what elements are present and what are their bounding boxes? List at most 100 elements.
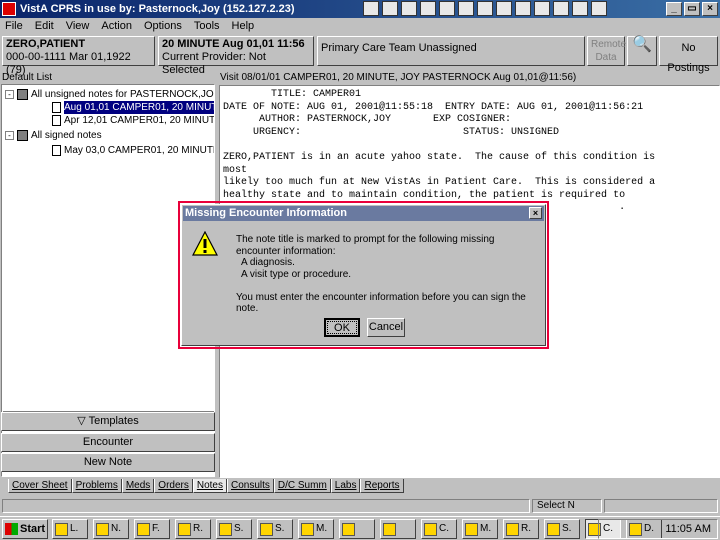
close-button[interactable]: × [702, 2, 718, 16]
app-icon [219, 522, 232, 536]
quick-launch-toolbar [363, 1, 607, 16]
tab-consults[interactable]: Consults [226, 479, 274, 493]
msg-icon[interactable] [363, 1, 379, 16]
note-icon [52, 102, 61, 113]
taskbar-app-button[interactable]: N. [93, 519, 129, 539]
app-icon [178, 522, 191, 536]
postings-button[interactable]: No Postings [659, 36, 718, 74]
tab-cover-sheet[interactable]: Cover Sheet [8, 479, 72, 493]
taskbar-app-button[interactable]: M. [298, 519, 334, 539]
app-icon [137, 522, 150, 536]
tab-notes[interactable]: Notes [192, 479, 227, 493]
menu-edit[interactable]: Edit [35, 18, 54, 34]
taskbar-app-label: N. [111, 523, 121, 534]
doc-icon[interactable] [382, 1, 398, 16]
taskbar-app-button[interactable]: S. [257, 519, 293, 539]
print-icon[interactable] [401, 1, 417, 16]
tab-orders[interactable]: Orders [154, 479, 193, 493]
taskbar-app-button[interactable]: L. [52, 519, 88, 539]
tree-label: Apr 12,01 CAMPER01, 20 MINUTE [64, 115, 215, 126]
taskbar-app-button[interactable]: F. [134, 519, 170, 539]
taskbar-app-button[interactable]: S. [544, 519, 580, 539]
taskbar-app-label: M. [316, 523, 328, 534]
status-bar: Select N [0, 498, 720, 514]
taskbar-app-label: C. [439, 523, 449, 534]
taskbar-app-label: S. [234, 523, 244, 534]
note-body: TITLE: CAMPER01 DATE OF NOTE: AUG 01, 20… [223, 89, 656, 214]
ok-button[interactable]: OK [324, 318, 360, 337]
tree-label: May 03,0 CAMPER01, 20 MINUTE [64, 145, 215, 156]
patient-name: ZERO,PATIENT [6, 38, 86, 50]
tree-node-signed[interactable]: - All signed notes [5, 129, 102, 142]
tab-problems[interactable]: Problems [71, 479, 122, 493]
menu-file[interactable]: File [5, 18, 23, 34]
app-icon [465, 522, 478, 536]
collapse-toggle-icon[interactable]: - [5, 90, 14, 99]
window-controls: _ ▭ × [666, 2, 718, 16]
check-icon[interactable] [439, 1, 455, 16]
patient-bar: ZERO,PATIENT 000-00-1111 Mar 01,1922 (79… [0, 35, 720, 76]
title-bar: VistA CPRS in use by: Pasternock,Joy (15… [0, 0, 720, 18]
mail-icon[interactable] [420, 1, 436, 16]
taskbar-app-button[interactable]: C. [421, 519, 457, 539]
start-button[interactable]: Start [2, 519, 48, 539]
restore-button[interactable]: ▭ [684, 2, 700, 16]
excel-icon[interactable] [534, 1, 550, 16]
cancel-button[interactable]: Cancel [367, 318, 405, 337]
dialog-title-bar: Missing Encounter Information × [183, 206, 544, 221]
tree-label: Aug 01,01 CAMPER01, 20 MINUTE [64, 101, 214, 114]
tree-label: All signed notes [31, 130, 102, 141]
chevron-down-icon: ▽ [77, 415, 89, 427]
taskbar-app-label: M. [480, 523, 492, 534]
menu-action[interactable]: Action [101, 18, 132, 34]
note-icon [52, 115, 61, 126]
encounter-button[interactable]: 20 MINUTE Aug 01,01 11:56 Current Provid… [158, 36, 314, 76]
app-icon [506, 522, 519, 536]
tree-note-may03[interactable]: May 03,0 CAMPER01, 20 MINUTE [52, 144, 215, 157]
note-icon [52, 145, 61, 156]
access-icon[interactable] [572, 1, 588, 16]
templates-button[interactable]: ▽ Templates [1, 412, 215, 431]
windows-logo-icon [5, 523, 18, 535]
new-note-button[interactable]: New Note [1, 453, 215, 472]
start-label: Start [20, 523, 46, 535]
menu-view[interactable]: View [66, 18, 90, 34]
word-icon[interactable] [515, 1, 531, 16]
tab-dc-summ[interactable]: D/C Summ [273, 479, 331, 493]
menu-options[interactable]: Options [144, 18, 182, 34]
dialog-message-line: The note title is marked to prompt for t… [236, 234, 495, 245]
app-icon [96, 522, 109, 536]
primary-care-button[interactable]: Primary Care Team Unassigned [317, 36, 585, 66]
note-icon[interactable] [458, 1, 474, 16]
tab-meds[interactable]: Meds [121, 479, 155, 493]
remote-data-button[interactable]: Remote Data [587, 36, 626, 66]
templates-label: Templates [88, 415, 139, 427]
collapse-toggle-icon[interactable]: - [5, 131, 14, 140]
taskbar-app-button[interactable] [339, 519, 375, 539]
encounter-button-left[interactable]: Encounter [1, 433, 215, 452]
help-icon[interactable] [591, 1, 607, 16]
pen-icon[interactable] [496, 1, 512, 16]
app-icon [342, 522, 355, 536]
menu-help[interactable]: Help [232, 18, 255, 34]
patient-select-button[interactable]: ZERO,PATIENT 000-00-1111 Mar 01,1922 (79… [2, 36, 155, 76]
taskbar-app-button[interactable]: R. [503, 519, 539, 539]
chart-tabs: Cover Sheet Problems Meds Orders Notes C… [0, 479, 720, 496]
tree-note-apr12[interactable]: Apr 12,01 CAMPER01, 20 MINUTE [52, 114, 215, 127]
taskbar-app-button[interactable] [380, 519, 416, 539]
taskbar-app-label: S. [562, 523, 572, 534]
tab-labs[interactable]: Labs [330, 479, 361, 493]
menu-tools[interactable]: Tools [194, 18, 220, 34]
chart-icon[interactable] [477, 1, 493, 16]
ppt-icon[interactable] [553, 1, 569, 16]
dialog-close-button[interactable]: × [529, 207, 542, 219]
taskbar-app-button[interactable]: M. [462, 519, 498, 539]
minimize-button[interactable]: _ [666, 2, 682, 16]
app-icon [301, 522, 314, 536]
tab-reports[interactable]: Reports [360, 479, 404, 493]
tree-note-aug01[interactable]: Aug 01,01 CAMPER01, 20 MINUTE [52, 101, 214, 114]
tools-magnifier-button[interactable]: 🔍 [627, 36, 657, 66]
taskbar-app-button[interactable]: S. [216, 519, 252, 539]
taskbar-app-button[interactable]: R. [175, 519, 211, 539]
tree-node-unsigned[interactable]: - All unsigned notes for PASTERNOCK,JOY [5, 88, 214, 101]
